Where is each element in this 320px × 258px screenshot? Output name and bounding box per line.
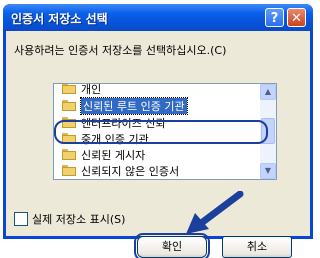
store-item-label: 개인 xyxy=(81,83,102,96)
folder-icon xyxy=(62,149,76,160)
store-item-label: 신뢰되지 않은 인증서 xyxy=(81,164,180,178)
store-item-untrusted[interactable]: 신뢰되지 않은 인증서 xyxy=(62,163,179,178)
annotation-arrow-icon xyxy=(186,191,244,234)
scroll-down-button[interactable]: ▼ xyxy=(260,163,276,179)
store-item-label: 신뢰된 루트 인증 기관 xyxy=(80,96,188,115)
annotation-highlight-oval xyxy=(54,120,268,144)
arrow-up-icon: ▲ xyxy=(264,87,272,96)
show-physical-stores-row[interactable]: 실제 저장소 표시(S) xyxy=(14,211,125,227)
show-physical-stores-checkbox[interactable] xyxy=(14,212,28,226)
cancel-button[interactable]: 취소 xyxy=(222,236,292,258)
arrow-down-icon: ▼ xyxy=(264,166,272,175)
store-item-trusted-root[interactable]: 신뢰된 루트 인증 기관 xyxy=(62,96,188,115)
folder-icon xyxy=(62,84,76,94)
store-item-label: 신뢰된 게시자 xyxy=(81,148,146,162)
dialog-window: 인증서 저장소 선택 ? ✕ 사용하려는 인증서 저장소를 선택하십시오.(C)… xyxy=(3,4,313,258)
prompt-label: 사용하려는 인증서 저장소를 선택하십시오.(C) xyxy=(14,44,227,57)
close-button[interactable]: ✕ xyxy=(287,8,306,27)
help-button[interactable]: ? xyxy=(265,8,284,27)
dialog-client: 사용하려는 인증서 저장소를 선택하십시오.(C) 개인 신뢰된 루트 인증 기… xyxy=(6,31,310,258)
help-icon: ? xyxy=(270,11,279,26)
close-icon: ✕ xyxy=(291,11,302,26)
show-physical-stores-label: 실제 저장소 표시(S) xyxy=(32,213,126,226)
folder-icon xyxy=(62,100,76,111)
dialog-title: 인증서 저장소 선택 xyxy=(11,12,108,26)
folder-icon xyxy=(62,165,76,176)
store-item-personal[interactable]: 개인 xyxy=(62,83,102,96)
ok-button[interactable]: 확인 xyxy=(134,233,210,258)
scroll-up-button[interactable]: ▲ xyxy=(260,84,276,100)
store-item-trusted-publishers[interactable]: 신뢰된 게시자 xyxy=(62,147,145,162)
title-bar[interactable]: 인증서 저장소 선택 ? ✕ xyxy=(3,4,313,31)
